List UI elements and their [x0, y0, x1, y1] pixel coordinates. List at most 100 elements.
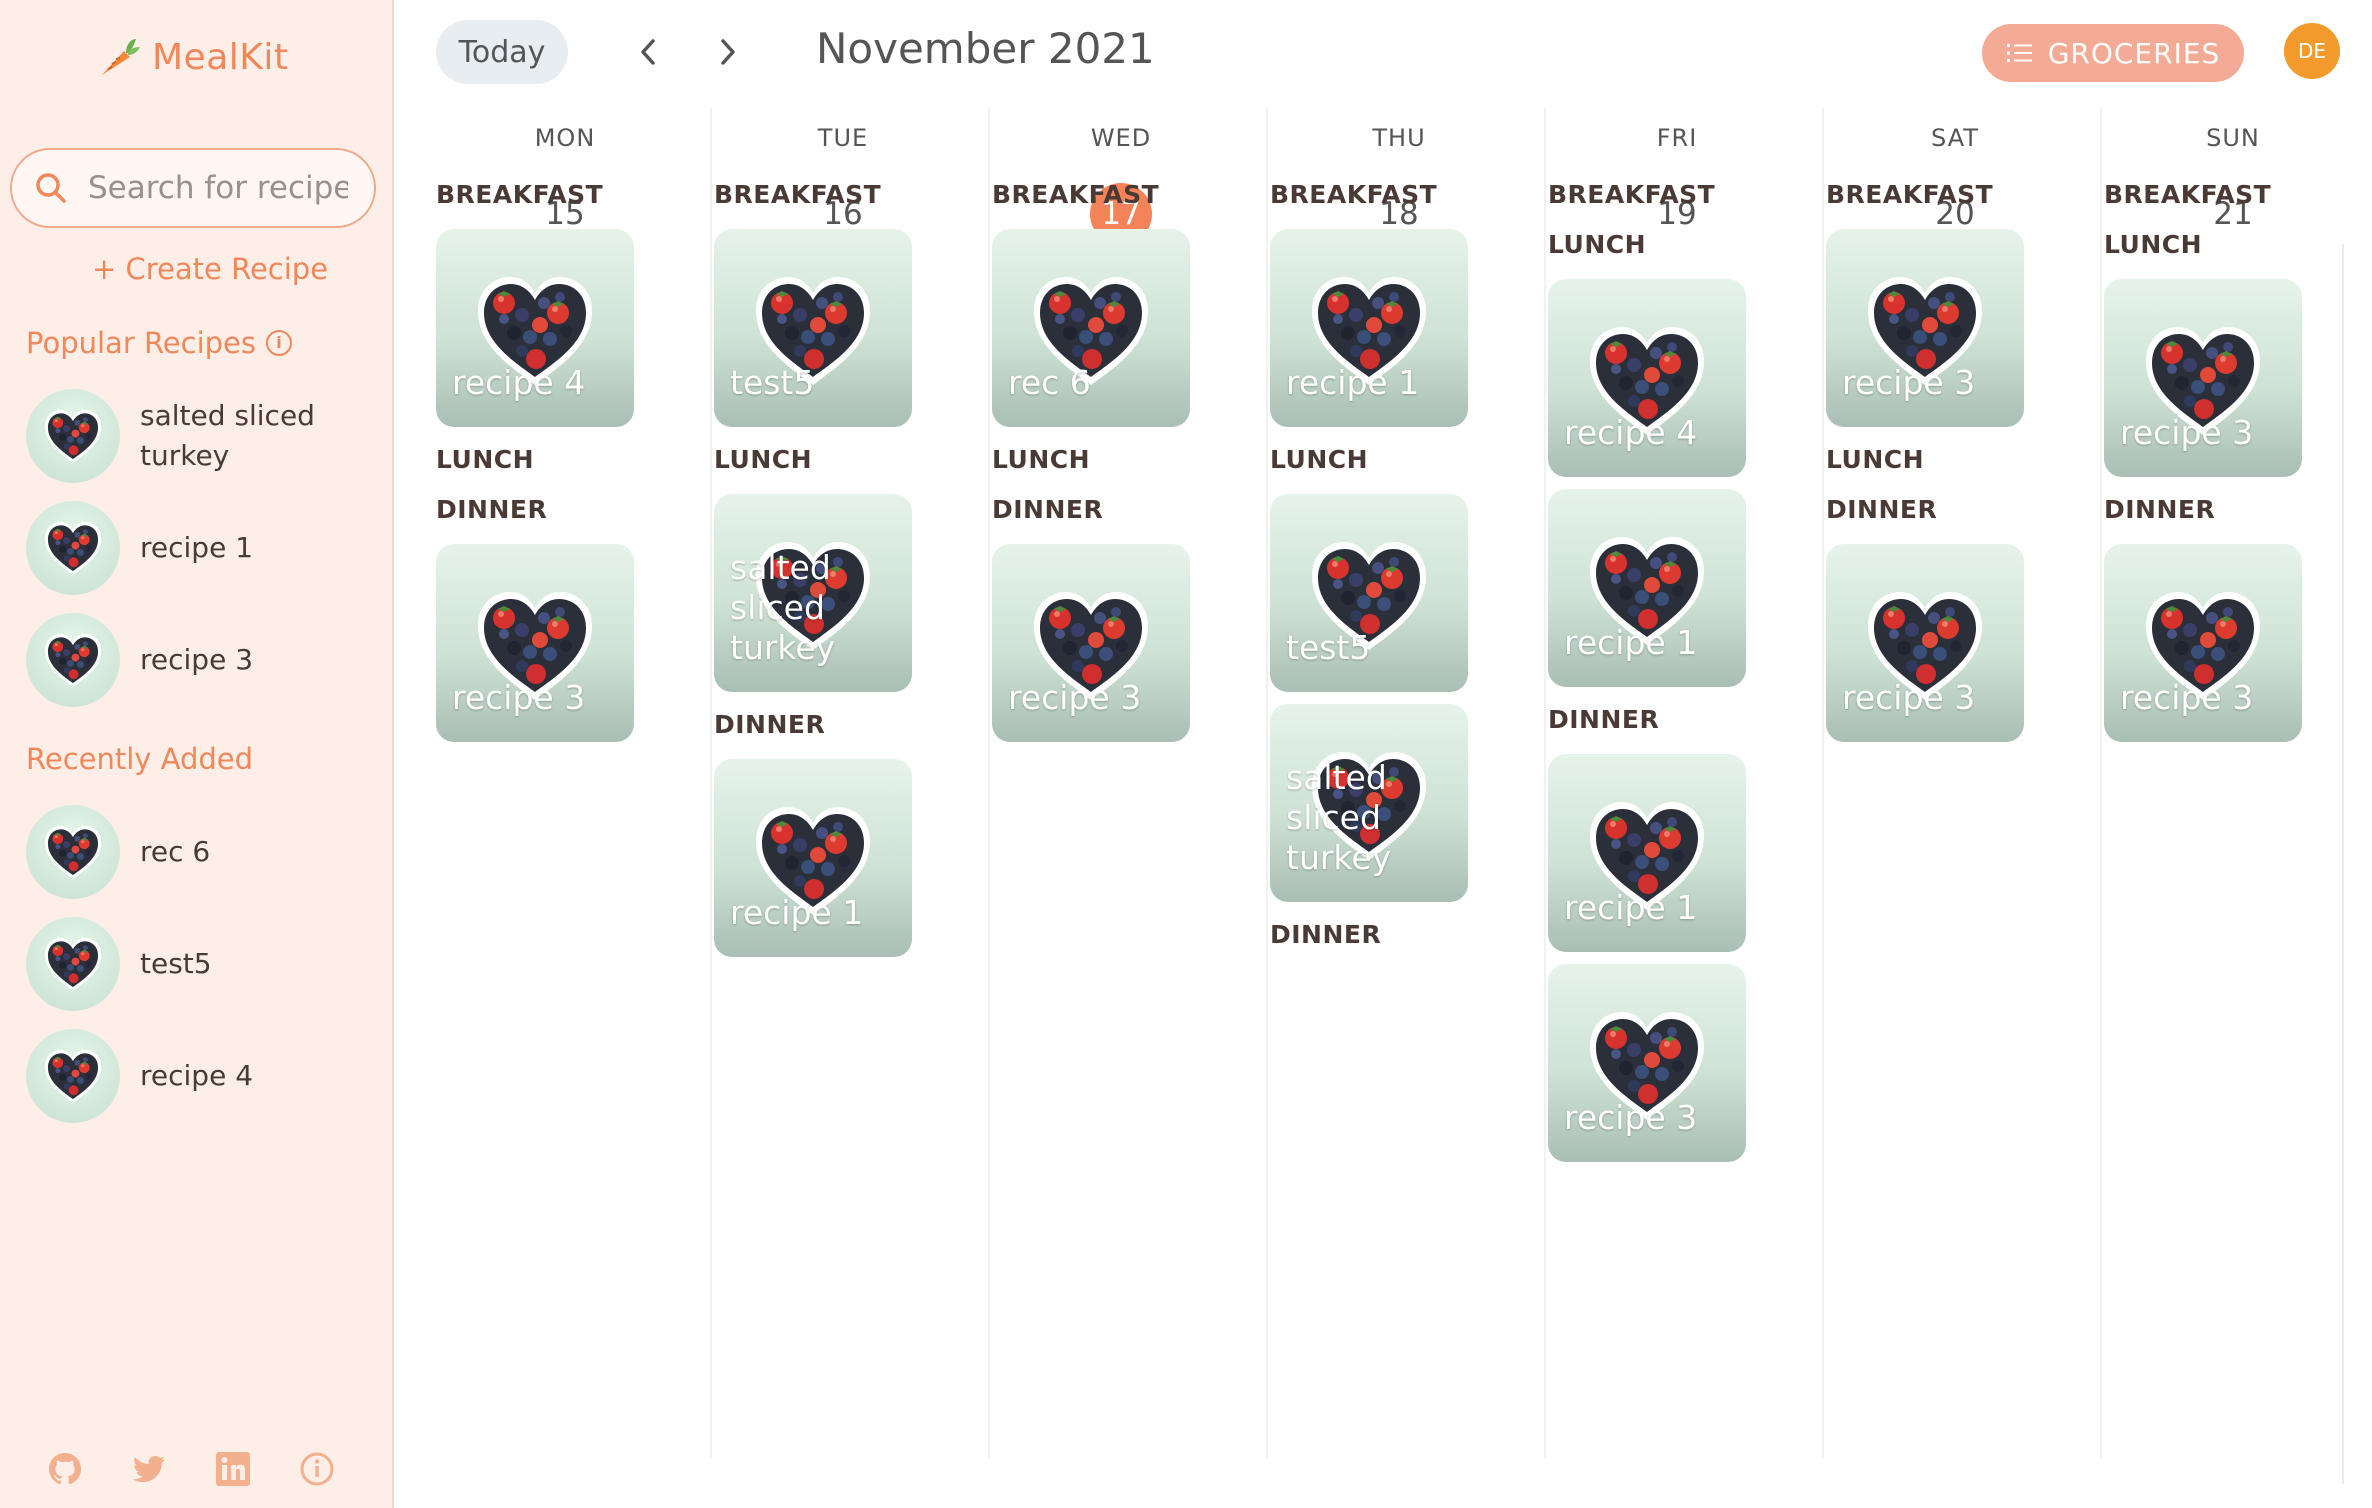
- recent-recipe-label: rec 6: [140, 835, 211, 868]
- meal-recipe-card[interactable]: recipe 3: [2104, 279, 2302, 477]
- recipe-thumbnail: [26, 805, 120, 899]
- meal-recipe-card[interactable]: recipe 1: [1270, 229, 1468, 427]
- meal-recipe-card[interactable]: test5: [1270, 494, 1468, 692]
- recipe-thumbnail: [26, 389, 120, 483]
- day-column-fri: FRI 19 BREAKFAST LUNCH recipe 4 recipe 1 DIN…: [1548, 108, 1824, 1458]
- meal-recipe-card[interactable]: recipe 3: [1826, 544, 2024, 742]
- meal-recipe-card[interactable]: recipe 4: [436, 229, 634, 427]
- recent-recipe-item[interactable]: rec 6: [26, 805, 366, 899]
- day-column-mon: MON 15 BREAKFAST recipe 4 LUNCH DINNER recip…: [436, 108, 712, 1458]
- today-button[interactable]: Today: [436, 20, 568, 84]
- meal-recipe-card[interactable]: recipe 3: [1548, 964, 1746, 1162]
- recipe-card-label: rec 6: [1008, 363, 1091, 402]
- recipe-card-label: recipe 3: [452, 678, 586, 717]
- popular-recipe-label: recipe 3: [140, 643, 254, 676]
- meal-recipe-card[interactable]: recipe 1: [1548, 489, 1746, 687]
- recipe-card-label: test5: [1286, 628, 1371, 667]
- popular-recipe-label: recipe 1: [140, 531, 254, 564]
- recipe-card-label: salted sliced turkey: [730, 548, 836, 667]
- recipe-card-label: test5: [730, 363, 815, 402]
- user-avatar[interactable]: DE: [2284, 23, 2340, 79]
- popular-recipes-title: Popular Recipes: [26, 326, 257, 360]
- recipe-thumbnail: [26, 1029, 120, 1123]
- lunch-label: LUNCH: [436, 445, 535, 474]
- lunch-label: LUNCH: [2104, 230, 2203, 259]
- next-week-button[interactable]: [706, 30, 750, 74]
- meal-recipe-card[interactable]: recipe 1: [714, 759, 912, 957]
- breakfast-label: BREAKFAST: [436, 180, 604, 209]
- twitter-icon[interactable]: [130, 1450, 168, 1488]
- day-name: SUN: [2206, 124, 2260, 152]
- meal-recipe-card[interactable]: recipe 3: [436, 544, 634, 742]
- dinner-label: DINNER: [1548, 705, 1660, 734]
- meal-recipe-card[interactable]: salted sliced turkey: [1270, 704, 1468, 902]
- day-column-tue: TUE 16 BREAKFAST test5 LUNCH salted sliced …: [714, 108, 990, 1458]
- popular-recipe-label: salted sliced turkey: [140, 399, 315, 472]
- sidebar: MealKit + Create Recipe Popular Recipes …: [0, 0, 394, 1508]
- breakfast-label: BREAKFAST: [1270, 180, 1438, 209]
- groceries-button[interactable]: GROCERIES: [1982, 24, 2244, 82]
- meal-recipe-card[interactable]: test5: [714, 229, 912, 427]
- meal-recipe-card[interactable]: recipe 1: [1548, 754, 1746, 952]
- list-icon: [2006, 44, 2032, 62]
- dinner-label: DINNER: [992, 495, 1104, 524]
- day-column-sun: SUN 21 BREAKFAST LUNCH recipe 3 DINNER recip…: [2104, 108, 2372, 1458]
- carrot-icon: [102, 39, 140, 75]
- lunch-label: LUNCH: [1548, 230, 1647, 259]
- lunch-label: LUNCH: [714, 445, 813, 474]
- recipe-thumbnail: [26, 917, 120, 1011]
- breakfast-label: BREAKFAST: [992, 180, 1160, 209]
- recipe-card-label: recipe 4: [452, 363, 586, 402]
- heart-berries-icon: [45, 633, 101, 688]
- breakfast-label: BREAKFAST: [2104, 180, 2272, 209]
- dinner-label: DINNER: [2104, 495, 2216, 524]
- recent-recipe-item[interactable]: recipe 4: [26, 1029, 366, 1123]
- breakfast-label: BREAKFAST: [1548, 180, 1716, 209]
- search-icon: [36, 173, 66, 203]
- recipe-card-label: recipe 1: [730, 893, 864, 932]
- app-logo[interactable]: MealKit: [96, 30, 289, 84]
- calendar-scrollbar[interactable]: [2342, 244, 2344, 1484]
- recent-recipe-item[interactable]: test5: [26, 917, 366, 1011]
- info-icon[interactable]: i: [266, 330, 293, 356]
- meal-recipe-card[interactable]: recipe 3: [1826, 229, 2024, 427]
- prev-week-button[interactable]: [626, 30, 670, 74]
- recipe-card-label: recipe 3: [1564, 1098, 1698, 1137]
- heart-berries-icon: [45, 937, 101, 992]
- meal-recipe-card[interactable]: recipe 3: [992, 544, 1190, 742]
- chevron-left-icon: [641, 39, 655, 65]
- info-icon[interactable]: [298, 1450, 336, 1488]
- heart-berries-icon: [45, 521, 101, 576]
- dinner-label: DINNER: [714, 710, 826, 739]
- popular-recipe-item[interactable]: recipe 3: [26, 613, 366, 707]
- popular-recipe-item[interactable]: recipe 1: [26, 501, 366, 595]
- recipe-thumbnail: [26, 613, 120, 707]
- lunch-label: LUNCH: [1826, 445, 1925, 474]
- search-box[interactable]: [10, 148, 376, 228]
- popular-recipe-item[interactable]: salted sliced turkey: [26, 389, 366, 483]
- day-column-wed: WED 17 BREAKFAST rec 6 LUNCH DINNER recipe 3: [992, 108, 1268, 1458]
- chevron-right-icon: [721, 39, 735, 65]
- meal-recipe-card[interactable]: salted sliced turkey: [714, 494, 912, 692]
- breakfast-label: BREAKFAST: [714, 180, 882, 209]
- search-input[interactable]: [88, 170, 348, 206]
- linkedin-icon[interactable]: [214, 1450, 252, 1488]
- recipe-card-label: recipe 1: [1286, 363, 1420, 402]
- popular-recipes-heading: Popular Recipes i: [26, 326, 293, 360]
- heart-berries-icon: [45, 1049, 101, 1104]
- github-icon[interactable]: [46, 1450, 84, 1488]
- meal-recipe-card[interactable]: rec 6: [992, 229, 1190, 427]
- create-recipe-link[interactable]: + Create Recipe: [92, 252, 328, 286]
- recipe-card-label: recipe 3: [2120, 413, 2254, 452]
- breakfast-label: BREAKFAST: [1826, 180, 1994, 209]
- heart-berries-icon: [45, 825, 101, 880]
- recipe-card-label: recipe 3: [1842, 678, 1976, 717]
- meal-recipe-card[interactable]: recipe 4: [1548, 279, 1746, 477]
- app-name: MealKit: [152, 36, 289, 78]
- meal-recipe-card[interactable]: recipe 3: [2104, 544, 2302, 742]
- recipe-card-label: recipe 4: [1564, 413, 1698, 452]
- lunch-label: LUNCH: [992, 445, 1091, 474]
- lunch-label: LUNCH: [1270, 445, 1369, 474]
- recent-recipe-label: test5: [140, 947, 212, 980]
- social-links: [46, 1450, 336, 1488]
